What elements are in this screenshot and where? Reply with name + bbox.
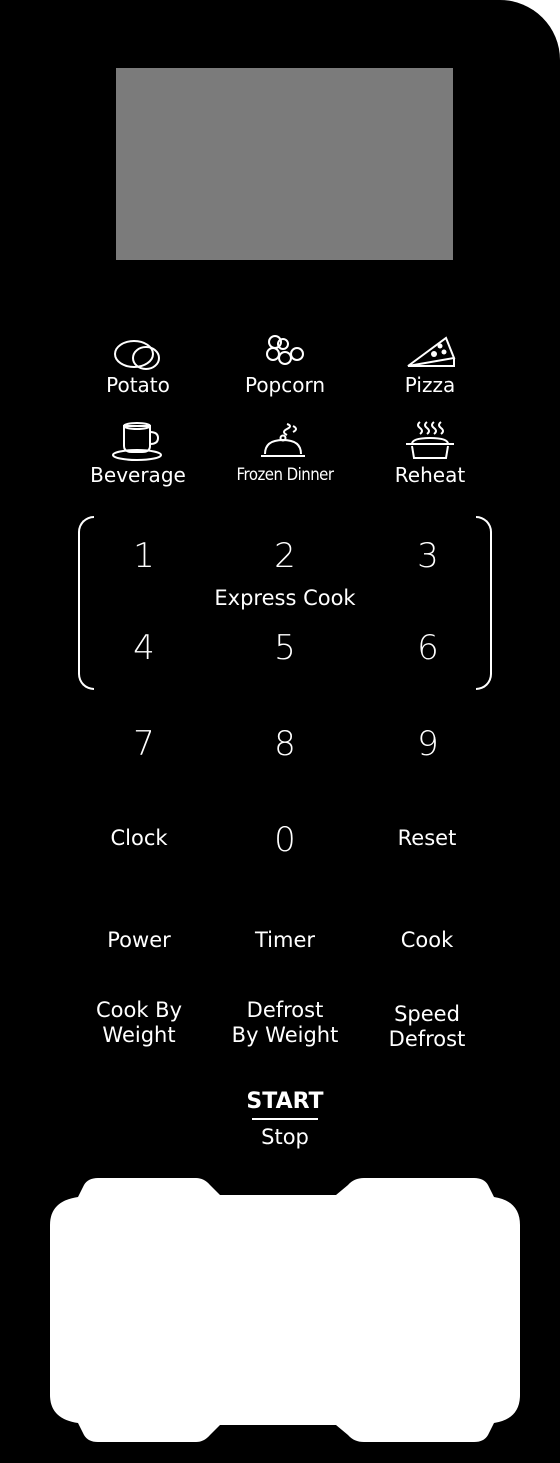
frozen-dinner-label: Frozen Dinner xyxy=(236,465,334,485)
popcorn-icon xyxy=(215,332,355,372)
speed-defrost-line-2: Defrost xyxy=(388,1027,466,1051)
clock-button[interactable]: Clock xyxy=(64,826,214,851)
reheat-label: Reheat xyxy=(394,463,466,487)
digit-4-button[interactable]: 4 xyxy=(94,620,194,676)
digit-3-button[interactable]: 3 xyxy=(378,528,478,584)
popcorn-button[interactable]: Popcorn xyxy=(215,332,355,410)
defrost-by-weight-line-2: By Weight xyxy=(231,1023,339,1047)
potato-icon xyxy=(68,332,208,372)
frozen-dinner-button[interactable]: Frozen Dinner xyxy=(215,422,355,500)
potato-button[interactable]: Potato xyxy=(68,332,208,410)
lcd-display xyxy=(116,68,453,260)
power-button[interactable]: Power xyxy=(64,928,214,953)
digit-5-button[interactable]: 5 xyxy=(235,620,335,676)
express-cook-label: Express Cook xyxy=(214,586,356,610)
frozen-dinner-icon xyxy=(215,422,355,462)
digit-1-button[interactable]: 1 xyxy=(94,528,194,584)
start-stop-button[interactable]: START Stop xyxy=(210,1088,360,1150)
beverage-icon xyxy=(68,422,208,462)
cook-by-weight-button[interactable]: Cook By Weight xyxy=(64,998,214,1048)
stop-label: Stop xyxy=(261,1125,309,1149)
express-cook-bracket-right xyxy=(476,516,492,690)
reheat-button[interactable]: Reheat xyxy=(360,421,500,500)
cook-by-weight-line-1: Cook By xyxy=(95,998,183,1022)
express-cook-bracket-left xyxy=(78,516,94,690)
digit-2-button[interactable]: 2 xyxy=(235,528,335,584)
digit-8-button[interactable]: 8 xyxy=(235,716,335,772)
control-panel: Potato Popcorn Pizza Beverage Frozen Din… xyxy=(0,0,560,1463)
cook-button[interactable]: Cook xyxy=(352,928,502,953)
reheat-icon xyxy=(360,421,500,462)
digit-0-button[interactable]: 0 xyxy=(235,812,335,868)
pizza-icon xyxy=(360,332,500,372)
beverage-label: Beverage xyxy=(90,463,186,487)
digit-9-button[interactable]: 9 xyxy=(378,716,478,772)
pizza-button[interactable]: Pizza xyxy=(360,332,500,410)
door-release-window[interactable] xyxy=(48,1175,520,1445)
speed-defrost-line-1: Speed xyxy=(394,1002,460,1026)
start-stop-divider xyxy=(252,1118,318,1120)
defrost-by-weight-line-1: Defrost xyxy=(246,998,324,1022)
timer-button[interactable]: Timer xyxy=(210,928,360,953)
cook-by-weight-line-2: Weight xyxy=(102,1023,176,1047)
door-release-window-shape xyxy=(50,1178,520,1442)
start-label: START xyxy=(246,1089,324,1114)
digit-6-button[interactable]: 6 xyxy=(378,620,478,676)
speed-defrost-button[interactable]: Speed Defrost xyxy=(352,1002,502,1052)
reset-button[interactable]: Reset xyxy=(352,826,502,851)
beverage-button[interactable]: Beverage xyxy=(68,422,208,500)
potato-label: Potato xyxy=(106,373,170,397)
defrost-by-weight-button[interactable]: Defrost By Weight xyxy=(210,998,360,1048)
popcorn-label: Popcorn xyxy=(244,373,326,397)
pizza-label: Pizza xyxy=(404,373,456,397)
digit-7-button[interactable]: 7 xyxy=(94,716,194,772)
